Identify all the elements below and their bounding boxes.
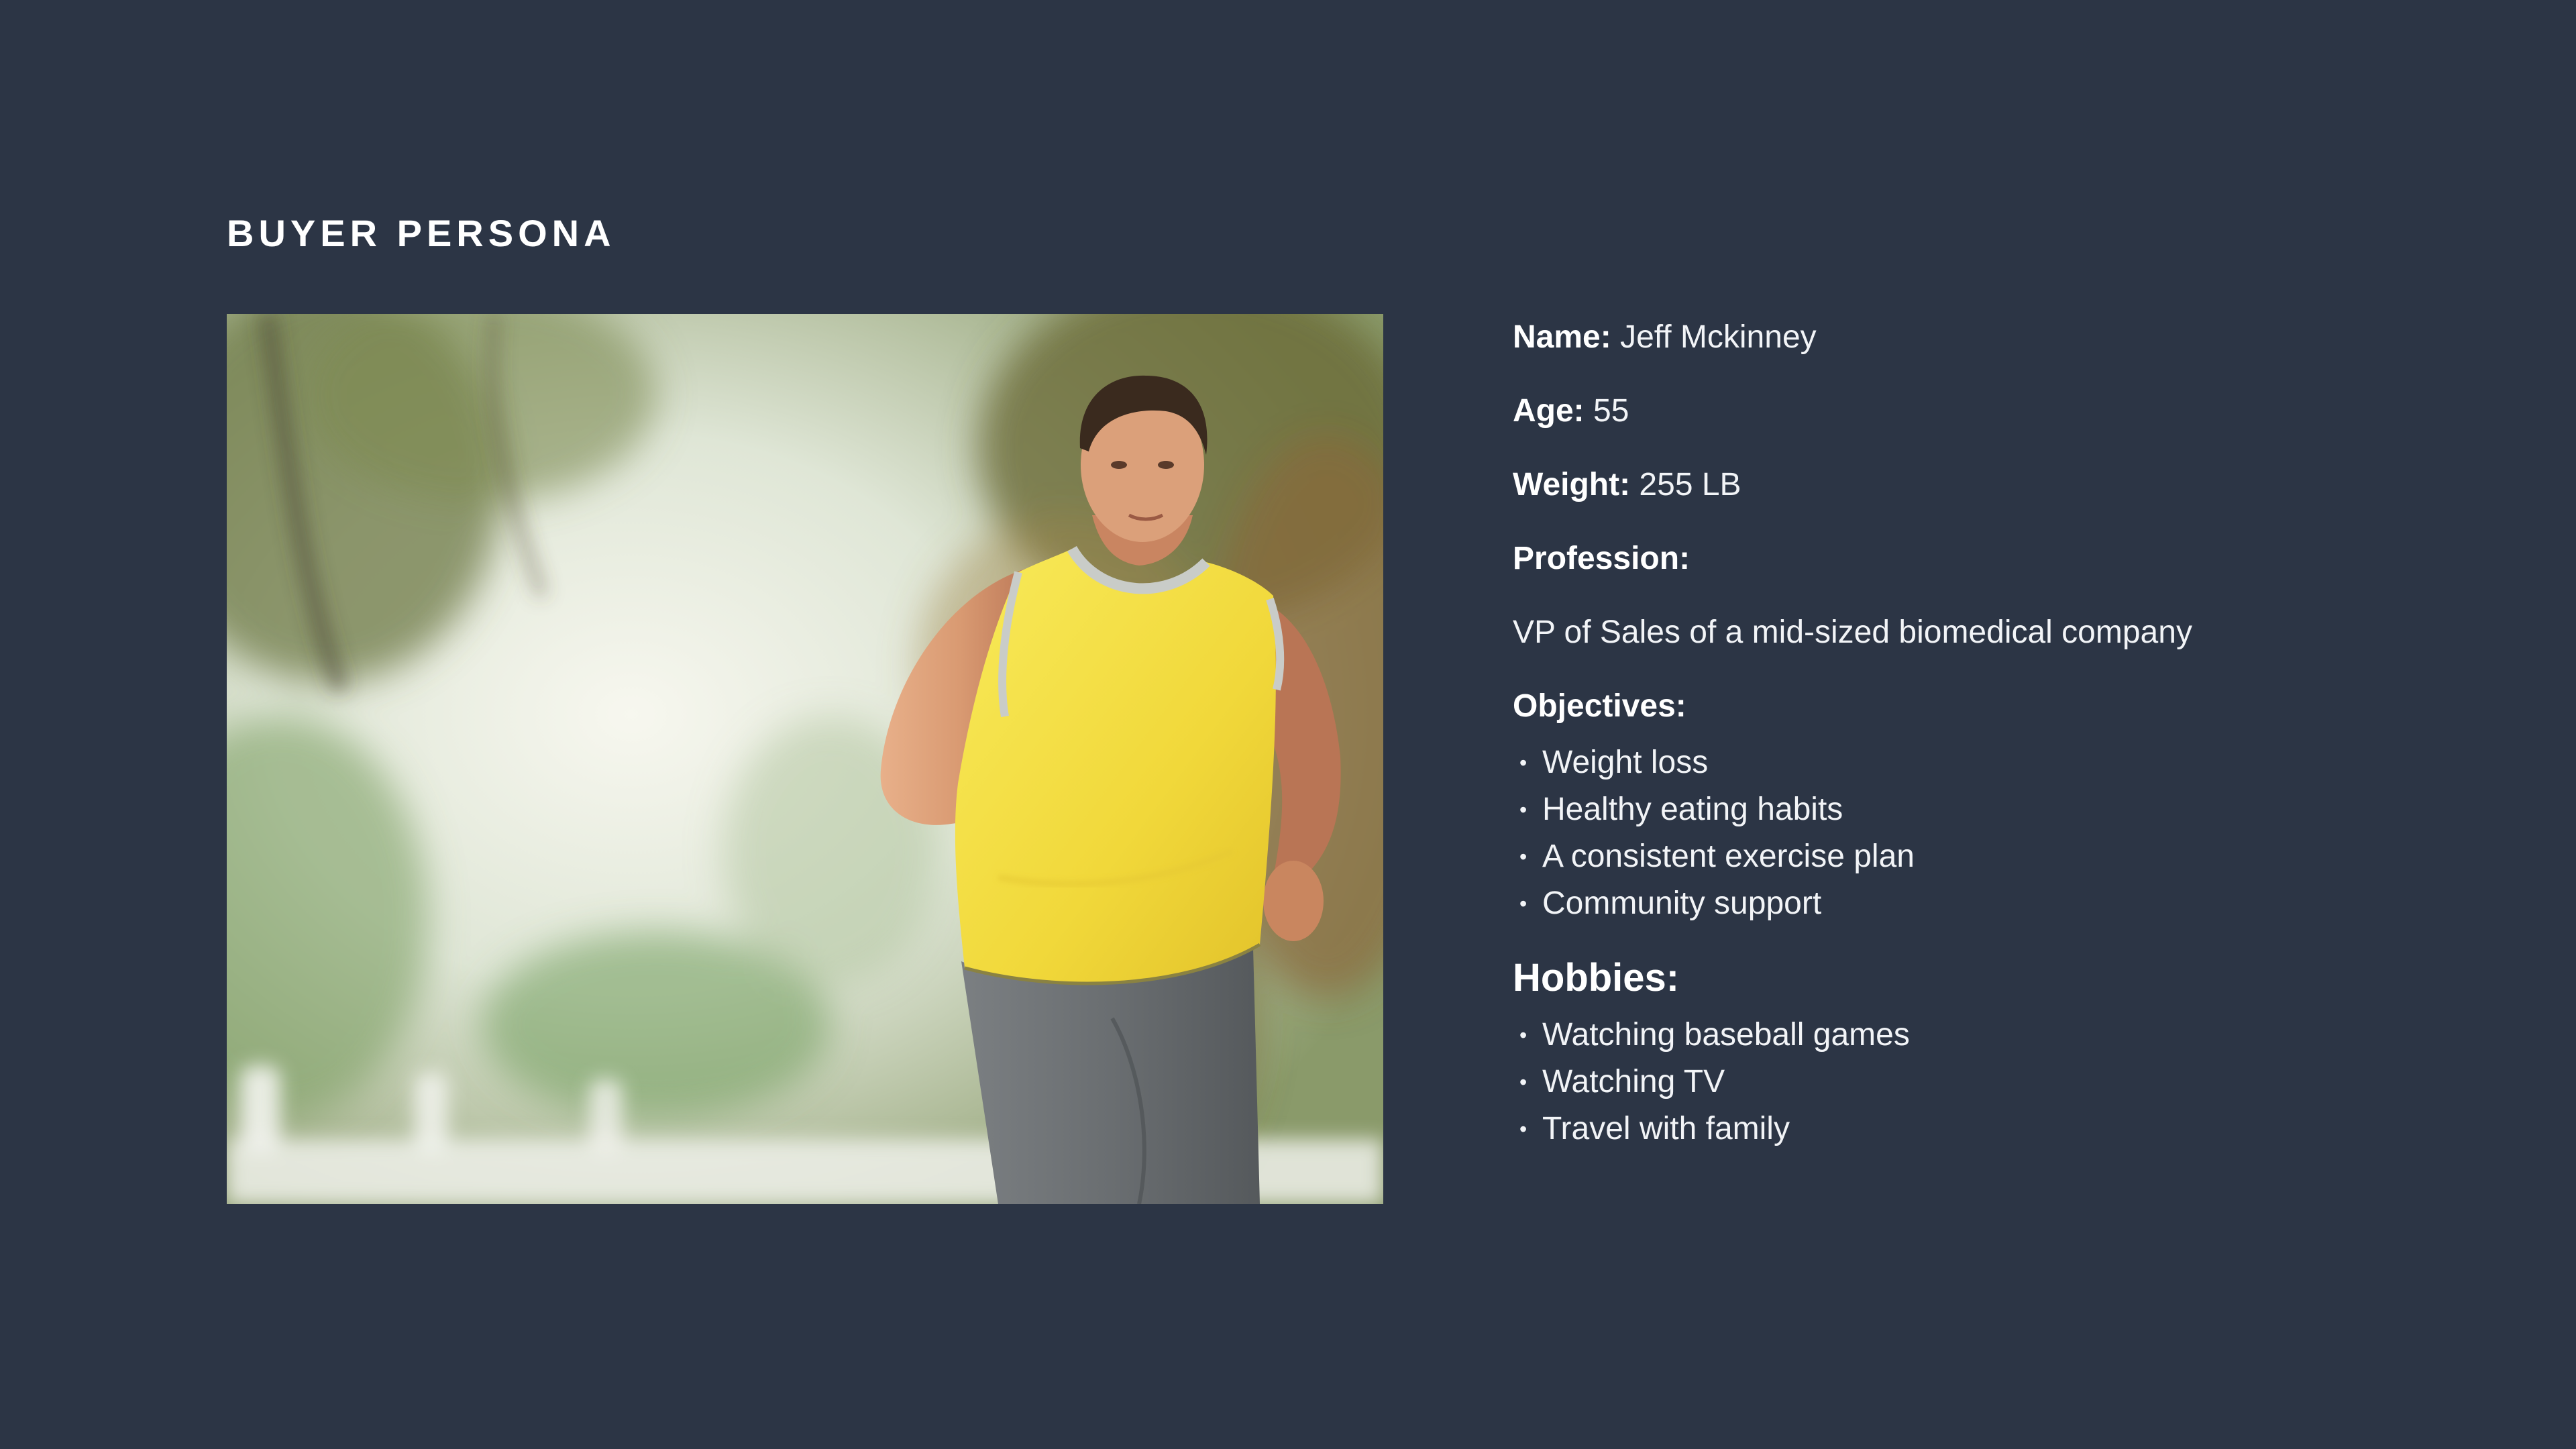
bullet-icon: •: [1519, 1023, 1527, 1047]
objective-text: Weight loss: [1542, 745, 1709, 780]
hobby-text: Travel with family: [1542, 1111, 1790, 1146]
weight-label: Weight:: [1513, 467, 1631, 502]
objectives-list: • Weight loss • Healthy eating habits • A c…: [1513, 739, 2485, 927]
objective-item: • Healthy eating habits: [1513, 786, 2485, 833]
objective-item: • Weight loss: [1513, 739, 2485, 786]
hobbies-list: • Watching baseball games • Watching TV • T…: [1513, 1012, 2485, 1152]
hobbies-label: Hobbies:: [1513, 956, 1680, 1000]
objective-text: Community support: [1542, 885, 1822, 921]
objective-text: Healthy eating habits: [1542, 792, 1843, 827]
hobby-item: • Watching TV: [1513, 1059, 2485, 1106]
bullet-icon: •: [1519, 892, 1527, 916]
bullet-icon: •: [1519, 1117, 1527, 1141]
objective-text: A consistent exercise plan: [1542, 839, 1915, 874]
bullet-icon: •: [1519, 798, 1527, 822]
age-field: Age: 55: [1513, 388, 2485, 435]
name-field: Name: Jeff Mckinney: [1513, 314, 2485, 361]
hobby-item: • Watching baseball games: [1513, 1012, 2485, 1059]
profession-value: VP of Sales of a mid-sized biomedical co…: [1513, 614, 2192, 650]
persona-details: Name: Jeff Mckinney Age: 55 Weight: 255 …: [1513, 314, 2485, 1177]
weight-value: 255 LB: [1639, 467, 1741, 502]
age-value: 55: [1593, 393, 1629, 429]
hobby-item: • Travel with family: [1513, 1106, 2485, 1152]
profession-field: Profession:: [1513, 535, 2485, 582]
objective-item: • A consistent exercise plan: [1513, 833, 2485, 880]
name-label: Name:: [1513, 319, 1611, 355]
bullet-icon: •: [1519, 751, 1527, 775]
hobby-text: Watching baseball games: [1542, 1017, 1910, 1053]
persona-photo: [227, 314, 1383, 1204]
bullet-icon: •: [1519, 845, 1527, 869]
age-label: Age:: [1513, 393, 1585, 429]
objective-item: • Community support: [1513, 880, 2485, 927]
hobby-text: Watching TV: [1542, 1064, 1725, 1099]
weight-field: Weight: 255 LB: [1513, 462, 2485, 508]
profession-label: Profession:: [1513, 541, 1690, 576]
jogging-man-image: [227, 314, 1383, 1204]
name-value: Jeff Mckinney: [1620, 319, 1817, 355]
objectives-label: Objectives:: [1513, 688, 1686, 724]
bullet-icon: •: [1519, 1070, 1527, 1094]
slide-title: BUYER PERSONA: [227, 212, 616, 254]
